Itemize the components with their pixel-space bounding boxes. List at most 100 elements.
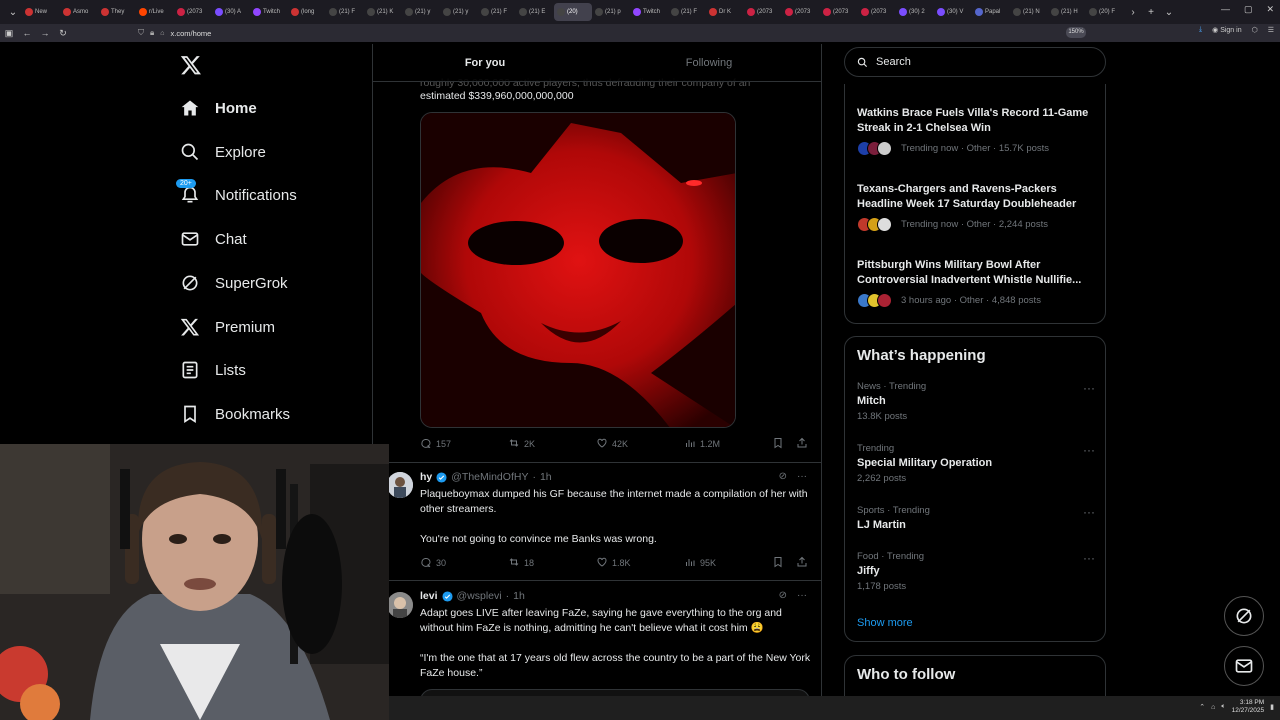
browser-tab[interactable]: (21) y [440,3,478,21]
sidebar-item-supergrok[interactable]: SuperGrok [180,269,288,297]
search-input[interactable]: Search [844,47,1106,77]
trend-item[interactable]: Trending Special Military Operation 2,262 … [857,443,1097,484]
tweet-time[interactable]: 1h [513,590,525,602]
avatar[interactable] [387,472,413,498]
news-item[interactable]: Pittsburgh Wins Military Bowl After Cont… [857,258,1097,308]
chevron-up-icon[interactable]: ⌃ [1199,703,1205,711]
minimize-icon[interactable]: — [1221,4,1230,15]
browser-tab[interactable]: Dr K [706,3,744,21]
clock[interactable]: 3:18 PM 12/27/2025 [1232,699,1265,715]
browser-tab[interactable]: (30) V [934,3,972,21]
repost-button[interactable]: 18 [508,556,534,570]
repost-button[interactable]: 2K [508,437,535,451]
tab-for-you[interactable]: For you [373,44,597,81]
like-button[interactable]: 1.8K [596,556,631,570]
grok-icon[interactable]: ⊘ [779,471,787,482]
browser-tab[interactable]: r/Live [136,3,174,21]
browser-tab[interactable]: (21) N [1010,3,1048,21]
sidebar-item-home[interactable]: Home [180,94,257,122]
notifications-icon[interactable]: ▮ [1270,703,1274,711]
volume-icon[interactable]: 🔈︎ [1221,703,1225,711]
author-name[interactable]: hy [420,471,432,483]
browser-tab[interactable]: (21) K [364,3,402,21]
news-item[interactable]: Watkins Brace Fuels Villa's Record 11-Ga… [857,106,1097,156]
browser-tab[interactable]: (30) 2 [896,3,934,21]
grok-icon[interactable]: ⊘ [779,590,787,601]
download-icon[interactable]: ⤓ [1199,26,1202,34]
browser-tab[interactable]: (21) F [326,3,364,21]
sidebar-toggle-icon[interactable]: ▣ [0,28,18,39]
like-button[interactable]: 42K [596,437,628,451]
tab-list-icon[interactable]: ⌄ [4,7,22,18]
browser-tab[interactable]: (2073 [174,3,212,21]
x-logo-icon[interactable] [180,54,202,76]
tab-overflow-icon[interactable]: ⌄ [1160,7,1178,18]
new-tab-icon[interactable]: + [1142,7,1160,18]
reply-button[interactable]: 30 [420,556,446,570]
news-item[interactable]: Texans-Chargers and Ravens-Packers Headl… [857,182,1097,232]
share-button[interactable] [796,556,808,570]
author-handle[interactable]: @wsplevi [457,590,502,602]
browser-tab[interactable]: (20) [554,3,592,21]
reply-button[interactable]: 157 [420,437,451,451]
account-button[interactable]: ◉ Sign in [1212,26,1241,34]
more-icon[interactable]: ··· [797,590,807,601]
views-button[interactable]: 1.2M [684,437,720,451]
browser-tab[interactable]: (21) H [1048,3,1086,21]
browser-tab[interactable]: (21) p [592,3,630,21]
browser-tab[interactable]: (2073 [858,3,896,21]
messages-button[interactable] [1224,646,1264,686]
close-icon[interactable]: ✕ [1266,4,1274,15]
sidebar-item-chat[interactable]: Chat [180,225,247,253]
shield-icon[interactable]: ⛉ [138,28,144,38]
avatar[interactable] [387,592,413,618]
trend-item[interactable]: Sports · Trending LJ Martin ··· [857,505,1097,531]
tweet-media-image[interactable] [420,112,736,428]
show-more-link[interactable]: Show more [857,617,913,629]
more-icon[interactable]: ··· [1083,551,1095,565]
url-field[interactable]: ⛉ 🔒︎ ⌂ x.com/home [134,26,1104,40]
menu-icon[interactable]: ☰ [1268,26,1274,34]
bookmark-button[interactable] [772,437,784,451]
more-icon[interactable]: ··· [1083,443,1095,457]
author-handle[interactable]: @TheMindOfHY [451,471,528,483]
grok-button[interactable] [1224,596,1264,636]
forward-icon[interactable]: → [36,28,54,38]
browser-tab[interactable]: Asmo [60,3,98,21]
share-button[interactable] [796,437,808,451]
browser-tab[interactable]: (21) F [668,3,706,21]
browser-tab[interactable]: (30) A [212,3,250,21]
sidebar-item-notifications[interactable]: 20+ Notifications [176,179,297,209]
lock-icon[interactable]: 🔒︎ [150,28,154,38]
sidebar-item-explore[interactable]: Explore [180,138,266,166]
more-icon[interactable]: ··· [1083,381,1095,395]
trend-item[interactable]: Food · Trending Jiffy 1,178 posts ··· [857,551,1097,592]
more-icon[interactable]: ··· [1083,505,1095,519]
reload-icon[interactable]: ↻ [54,28,72,39]
browser-tab[interactable]: They [98,3,136,21]
network-icon[interactable]: ⌂ [1211,704,1215,711]
browser-tab[interactable]: (21) E [516,3,554,21]
more-icon[interactable]: ··· [797,471,807,482]
author-name[interactable]: levi [420,590,438,602]
browser-tab[interactable]: (2073 [782,3,820,21]
chevron-right-icon[interactable]: › [1124,7,1142,18]
browser-tab[interactable]: (long [288,3,326,21]
sidebar-item-bookmarks[interactable]: Bookmarks [180,400,290,428]
trend-item[interactable]: News · Trending Mitch 13.8K posts ··· [857,381,1097,422]
tweet-time[interactable]: 1h [540,471,552,483]
sidebar-item-premium[interactable]: Premium [180,313,275,341]
browser-tab[interactable]: (21) F [478,3,516,21]
browser-tab[interactable]: Twitch [250,3,288,21]
zoom-level[interactable]: 150% [1066,27,1086,38]
browser-tab[interactable]: (21) y [402,3,440,21]
browser-tab[interactable]: New [22,3,60,21]
browser-tab[interactable]: Twitch [630,3,668,21]
browser-tab[interactable]: (2073 [820,3,858,21]
tab-following[interactable]: Following [597,44,821,81]
back-icon[interactable]: ← [18,28,36,38]
maximize-icon[interactable]: ▢ [1244,4,1253,15]
views-button[interactable]: 95K [684,556,716,570]
bookmark-button[interactable] [772,556,784,570]
extensions-icon[interactable]: ⬡ [1252,26,1258,34]
